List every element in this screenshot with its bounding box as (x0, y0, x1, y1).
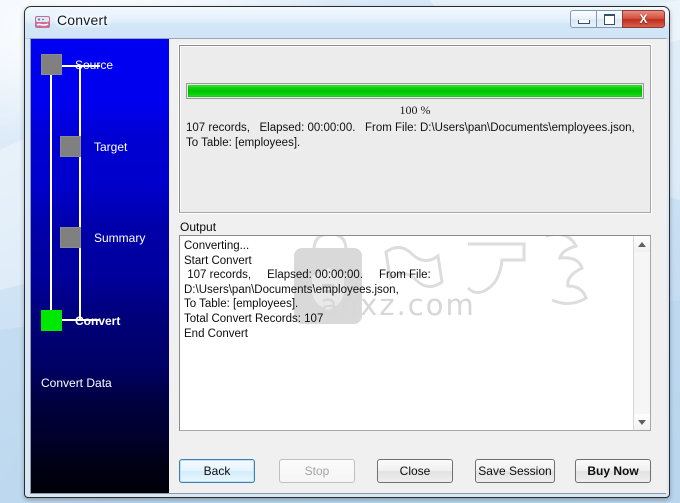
sidebar-step-summary[interactable]: Summary (60, 227, 145, 248)
progress-bar (186, 83, 644, 99)
minimize-icon (577, 19, 590, 24)
sidebar-step-label: Summary (94, 230, 146, 245)
scroll-down-icon (638, 419, 646, 425)
window-controls: X (570, 10, 665, 28)
scrollbar-track[interactable] (634, 252, 650, 414)
connector-main-spine (79, 65, 81, 320)
sidebar-section-label: Convert Data (41, 376, 112, 390)
sidebar-step-source[interactable]: Source (41, 54, 113, 75)
connector-source-spine (50, 67, 52, 320)
sidebar-step-target[interactable]: Target (60, 136, 127, 157)
wizard-sidebar: Source Target Summary Convert Convert Da… (31, 39, 169, 493)
step-marker-source (41, 54, 62, 75)
scroll-down-button[interactable] (634, 414, 650, 430)
step-marker-convert (41, 310, 62, 331)
maximize-button[interactable] (596, 10, 623, 28)
output-label: Output (180, 220, 217, 234)
convert-window: Convert X Source Target Summary Convert … (24, 6, 670, 498)
maximize-icon (604, 13, 615, 25)
close-icon: X (639, 12, 648, 26)
progress-percent-label: 100 % (399, 103, 431, 117)
sidebar-step-label: Convert (75, 313, 121, 328)
output-scrollbar[interactable] (633, 236, 650, 430)
save-session-button[interactable]: Save Session (475, 459, 555, 483)
output-log-text: Converting... Start Convert 107 records,… (184, 240, 431, 340)
window-title: Convert (57, 12, 108, 28)
step-marker-summary (60, 227, 81, 248)
output-log-box[interactable]: anxz.com Converting... Start Convert 107… (179, 235, 651, 431)
minimize-button[interactable] (570, 10, 597, 28)
scroll-up-icon (638, 241, 646, 247)
sidebar-step-label: Target (94, 139, 128, 154)
progress-bar-fill (188, 85, 642, 97)
convert-app-icon (35, 16, 50, 28)
button-bar: Back Stop Close Save Session Buy Now (169, 459, 667, 487)
sidebar-step-convert[interactable]: Convert (41, 310, 120, 331)
step-marker-target (60, 136, 81, 157)
stop-button: Stop (279, 459, 355, 483)
scroll-up-button[interactable] (634, 236, 650, 252)
title-bar[interactable]: Convert X (25, 7, 669, 39)
sidebar-step-label: Source (75, 57, 114, 72)
status-panel: 100 % 107 records, Elapsed: 00:00:00. Fr… (179, 45, 651, 213)
close-button[interactable]: X (622, 10, 665, 28)
buy-now-button[interactable]: Buy Now (575, 459, 651, 483)
close-dialog-button[interactable]: Close (377, 459, 453, 483)
client-area: Source Target Summary Convert Convert Da… (30, 38, 667, 494)
main-panel: 100 % 107 records, Elapsed: 00:00:00. Fr… (169, 39, 667, 493)
back-button[interactable]: Back (179, 459, 255, 483)
status-summary-text: 107 records, Elapsed: 00:00:00. From Fil… (186, 122, 645, 149)
